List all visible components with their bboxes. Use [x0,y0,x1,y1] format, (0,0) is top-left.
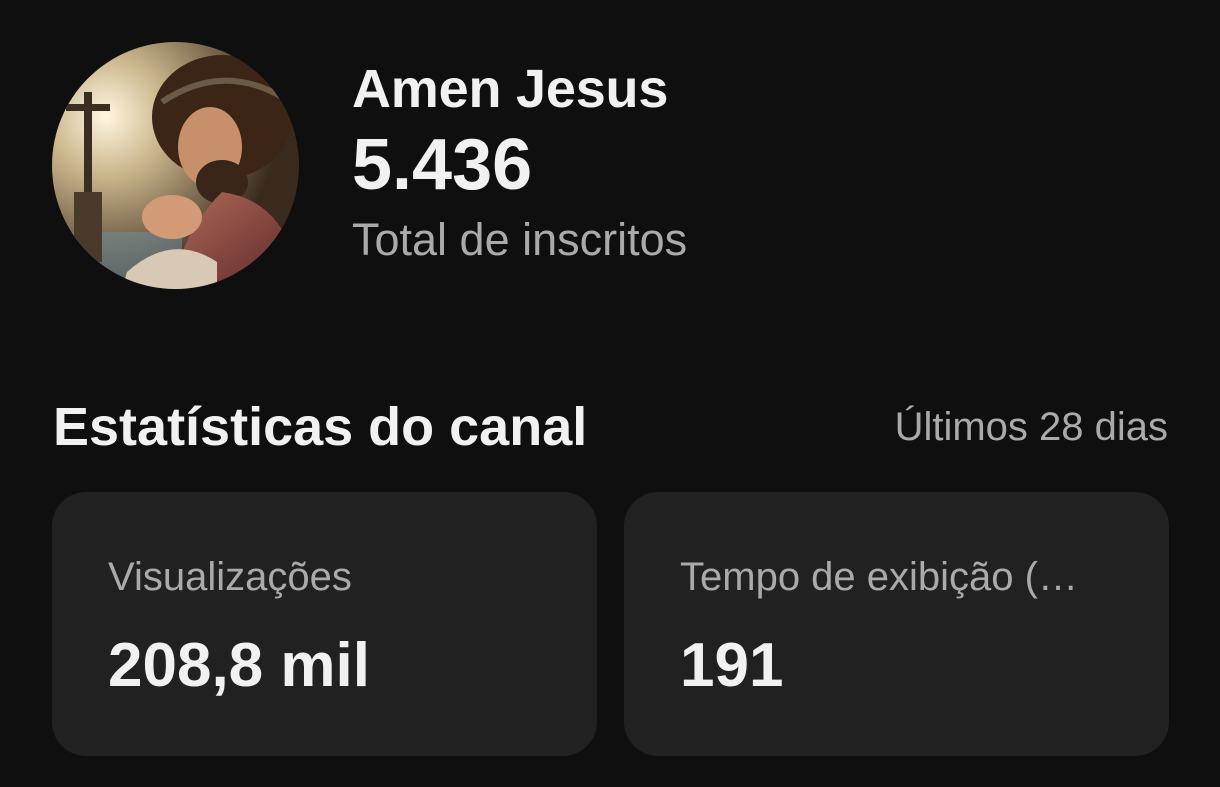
subscriber-count: 5.436 [352,125,533,205]
channel-name[interactable]: Amen Jesus [352,56,687,122]
channel-stats-header: Estatísticas do canal Últimos 28 dias [53,388,1168,466]
stat-card-watch-time[interactable]: Tempo de exibição (… 191 [624,492,1169,756]
channel-avatar-praying-figure-icon [52,42,299,289]
channel-dashboard: Amen Jesus 5.436 Total de inscritos Esta… [0,0,1220,787]
stats-cards: Visualizações 208,8 mil Tempo de exibiçã… [52,492,1169,756]
stat-card-value: 191 [680,631,784,700]
stat-card-value: 208,8 mil [108,631,370,700]
channel-avatar[interactable] [52,42,299,289]
stat-card-views[interactable]: Visualizações 208,8 mil [52,492,597,756]
stat-card-label: Tempo de exibição (… [680,555,1078,599]
stats-title: Estatísticas do canal [53,397,588,457]
stats-period: Últimos 28 dias [894,405,1168,449]
channel-info: Amen Jesus 5.436 Total de inscritos [352,56,687,270]
subscriber-label: Total de inscritos [352,214,688,265]
channel-header: Amen Jesus 5.436 Total de inscritos [52,42,687,289]
stat-card-label: Visualizações [108,555,352,599]
